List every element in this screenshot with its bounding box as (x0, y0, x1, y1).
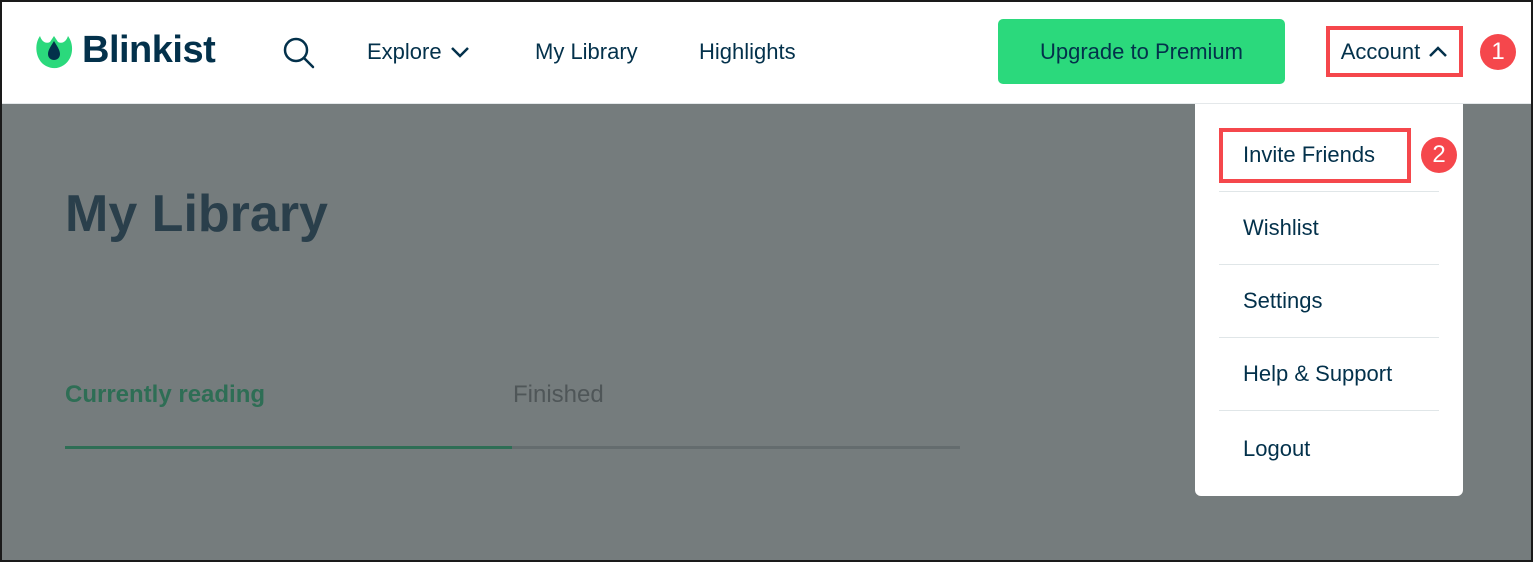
upgrade-to-premium-button[interactable]: Upgrade to Premium (998, 19, 1285, 84)
nav-highlights[interactable]: Highlights (699, 38, 796, 66)
chevron-down-icon (450, 47, 469, 58)
nav-highlights-label: Highlights (699, 39, 796, 64)
blinkist-leaf-drop-logo-icon (36, 36, 73, 69)
menu-item-label: Invite Friends (1243, 142, 1376, 167)
active-tab-indicator (65, 446, 512, 449)
step-2-annotation-badge: 2 (1421, 137, 1457, 173)
page-title: My Library (65, 185, 328, 243)
menu-item-label: Wishlist (1243, 215, 1319, 240)
nav-explore[interactable]: Explore (367, 38, 470, 66)
nav-explore-label: Explore (367, 39, 442, 64)
tab-currently-reading[interactable]: Currently reading (65, 380, 265, 410)
menu-item-label: Help & Support (1243, 361, 1393, 386)
search-button[interactable] (282, 36, 316, 70)
account-menu-button[interactable]: Account (1326, 26, 1463, 77)
menu-item-label: Logout (1243, 435, 1311, 461)
menu-item-wishlist[interactable]: Wishlist (1219, 192, 1439, 265)
nav-my-library-label: My Library (535, 39, 638, 64)
chevron-up-icon (1429, 45, 1448, 57)
menu-item-invite-friends[interactable]: Invite Friends (1219, 119, 1439, 192)
top-navigation-bar: Blinkist Explore My Library Highlights U… (2, 2, 1531, 104)
menu-item-logout[interactable]: Logout (1219, 412, 1439, 485)
menu-item-label: Settings (1243, 288, 1323, 313)
tab-finished[interactable]: Finished (513, 380, 604, 410)
menu-item-settings[interactable]: Settings (1219, 265, 1439, 338)
brand-name: Blinkist (82, 29, 216, 71)
account-label: Account (1340, 38, 1421, 64)
nav-my-library[interactable]: My Library (535, 38, 638, 66)
step-1-annotation-badge: 1 (1480, 34, 1516, 70)
blinkist-logo[interactable]: Blinkist (34, 29, 216, 71)
search-icon (283, 37, 315, 69)
menu-item-help-support[interactable]: Help & Support (1219, 338, 1439, 411)
